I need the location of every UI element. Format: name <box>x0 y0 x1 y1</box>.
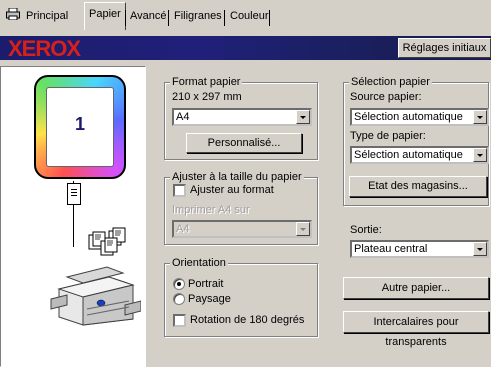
portrait-radio[interactable] <box>173 278 185 290</box>
reset-defaults-button[interactable]: Réglages initiaux <box>398 38 491 58</box>
paper-size-title: Format papier <box>170 76 243 88</box>
tray-status-button[interactable]: Etat des magasins... <box>349 176 487 197</box>
paper-size-value: A4 <box>176 111 190 123</box>
landscape-radio[interactable] <box>173 293 185 305</box>
chevron-down-icon[interactable] <box>296 222 310 236</box>
paper-type-select[interactable]: Sélection automatique <box>350 146 489 164</box>
chevron-down-icon[interactable] <box>473 148 487 162</box>
tab-couleur[interactable]: Couleur <box>226 6 273 28</box>
paper-source-select[interactable]: Sélection automatique <box>350 108 489 126</box>
page-preview: 1 <box>34 75 126 179</box>
tab-papier[interactable]: Papier <box>84 2 126 30</box>
preview-page: 1 <box>46 87 114 167</box>
output-tray-select[interactable]: Plateau central <box>350 240 489 258</box>
printer-machine-icon <box>49 259 142 327</box>
tab-divider <box>168 10 169 26</box>
chevron-down-icon[interactable] <box>473 242 487 256</box>
orientation-title: Orientation <box>170 257 228 269</box>
output-label: Sortie: <box>350 224 382 236</box>
output-tray-value: Plateau central <box>354 243 428 255</box>
tab-avance[interactable]: Avancé <box>126 6 171 28</box>
chevron-down-icon[interactable] <box>296 110 310 124</box>
fit-to-paper-title: Ajuster à la taille du papier <box>170 171 304 183</box>
other-paper-button[interactable]: Autre papier... <box>343 277 489 299</box>
xerox-logo: XEROX <box>8 36 81 61</box>
tab-principal[interactable]: Principal <box>22 6 72 28</box>
paper-size-select[interactable]: A4 <box>172 108 312 126</box>
document-icon <box>67 183 81 205</box>
landscape-label: Paysage <box>188 293 231 305</box>
tab-divider <box>269 10 270 26</box>
stacked-copies-icon <box>87 223 137 257</box>
printer-icon <box>6 7 20 21</box>
page-number: 1 <box>74 114 85 134</box>
paper-type-value: Sélection automatique <box>354 149 463 161</box>
paper-dimensions: 210 x 297 mm <box>172 91 242 103</box>
fit-to-size-checkbox[interactable] <box>173 184 186 197</box>
custom-size-button[interactable]: Personnalisé... <box>186 133 302 153</box>
print-on-label: Imprimer A4 sur <box>172 204 250 216</box>
print-on-value: A4 <box>176 223 190 235</box>
preview-panel: 1 <box>0 66 146 367</box>
rotate-180-checkbox[interactable] <box>173 314 186 327</box>
transparency-inserts-button[interactable]: Intercalaires pour transparents <box>343 311 489 348</box>
paper-source-label: Source papier: <box>350 91 422 103</box>
portrait-label: Portrait <box>188 278 224 290</box>
tab-filigranes[interactable]: Filigranes <box>170 6 226 28</box>
chevron-down-icon[interactable] <box>473 110 487 124</box>
print-on-select[interactable]: A4 <box>172 220 312 238</box>
paper-selection-title: Sélection papier <box>349 76 432 88</box>
tab-divider <box>224 10 225 26</box>
fit-to-size-label: Ajuster au format <box>190 184 274 196</box>
paper-type-label: Type de papier: <box>350 130 426 142</box>
paper-source-value: Sélection automatique <box>354 111 463 123</box>
xerox-banner: XEROX Réglages initiaux <box>0 36 491 61</box>
tab-strip: Principal Papier Avancé Filigranes Coule… <box>0 0 491 36</box>
rotate-180-label: Rotation de 180 degrés <box>190 314 305 326</box>
